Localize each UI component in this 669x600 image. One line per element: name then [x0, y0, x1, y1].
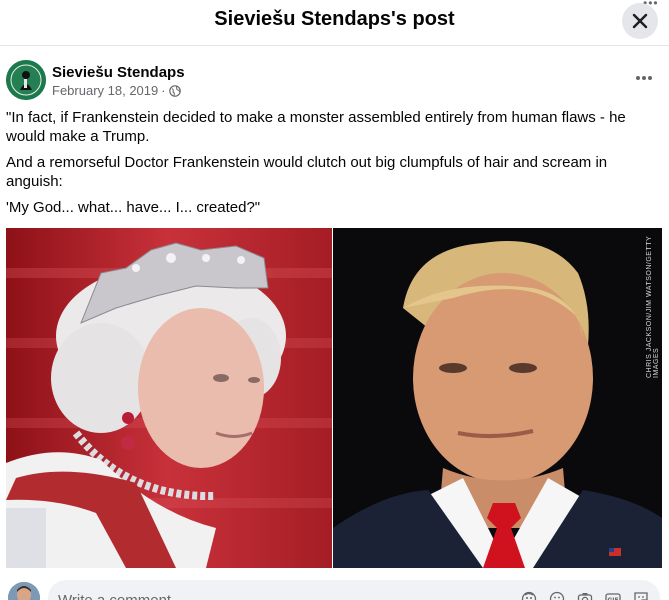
comment-tools: GIF: [520, 590, 650, 600]
dialog-header: ••• Sieviešu Stendaps's post: [0, 0, 669, 46]
post-paragraph: And a remorseful Doctor Frankenstein wou…: [6, 154, 608, 190]
photo-left-panel: [6, 228, 332, 568]
post-image[interactable]: CHRIS JACKSON/JIM WATSON/GETTY IMAGES: [6, 228, 662, 568]
page-avatar[interactable]: [6, 60, 46, 100]
comment-placeholder: Write a comment...: [58, 592, 184, 600]
more-options-button[interactable]: [630, 68, 658, 88]
avatar-sticker-icon[interactable]: [520, 590, 538, 600]
user-avatar[interactable]: [8, 582, 40, 600]
sticker-icon[interactable]: [632, 590, 650, 600]
camera-icon[interactable]: [576, 590, 594, 600]
photo-right-panel: [333, 228, 662, 568]
post-body: "In fact, if Frankenstein decided to mak…: [6, 108, 656, 224]
dialog-title: Sieviešu Stendaps's post: [214, 8, 455, 30]
gif-icon[interactable]: GIF: [604, 590, 622, 600]
post-paragraph: 'My God... what... have... I... created?…: [6, 199, 261, 216]
post-date[interactable]: February 18, 2019: [52, 83, 158, 98]
close-icon: [632, 13, 648, 29]
globe-icon[interactable]: [168, 84, 181, 97]
post-header: Sieviešu Stendaps February 18, 2019 ·: [0, 54, 669, 104]
post-paragraph: "In fact, if Frankenstein decided to mak…: [6, 109, 626, 145]
post-author[interactable]: Sieviešu Stendaps: [52, 64, 185, 81]
post-meta: February 18, 2019 ·: [52, 83, 181, 98]
comment-composer: Write a comment... GIF: [0, 574, 669, 600]
comment-input[interactable]: Write a comment... GIF: [48, 580, 660, 600]
meta-separator: ·: [161, 83, 166, 98]
more-icon: [636, 76, 652, 80]
image-credit: CHRIS JACKSON/JIM WATSON/GETTY IMAGES: [646, 235, 660, 378]
emoji-icon[interactable]: [548, 590, 566, 600]
close-button[interactable]: [622, 3, 658, 39]
